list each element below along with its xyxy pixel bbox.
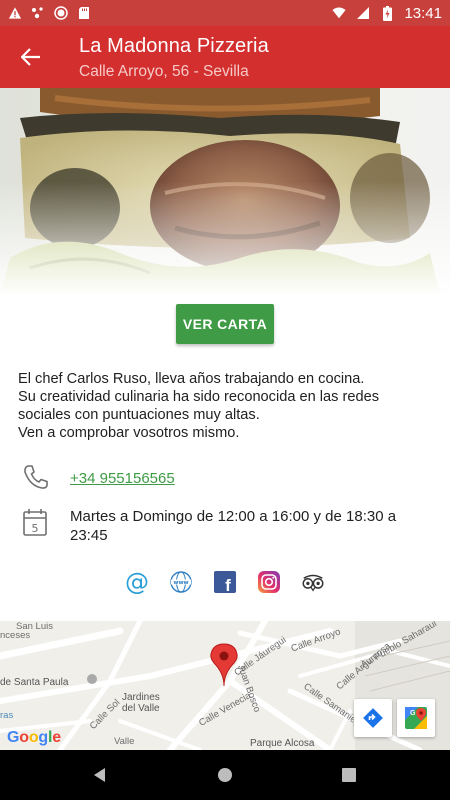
nav-home-icon[interactable]	[212, 762, 238, 788]
svg-text:G: G	[410, 710, 416, 717]
social-links: @ www f	[0, 568, 450, 598]
directions-icon	[363, 708, 383, 728]
google-logo-letter: o	[28, 729, 39, 746]
opening-hours-line: 23:45	[70, 527, 108, 544]
status-time: 13:41	[404, 4, 442, 22]
calendar-icon: 5	[22, 508, 50, 536]
system-nav-bar	[0, 750, 450, 800]
description-line: El chef Carlos Ruso, lleva años trabajan…	[18, 371, 365, 387]
nav-recents-icon[interactable]	[336, 762, 362, 788]
signal-icon	[356, 6, 370, 20]
sd-card-icon	[77, 6, 91, 20]
instagram-icon[interactable]	[256, 568, 282, 596]
map-label: de Santa Paula	[0, 677, 69, 688]
google-logo-letter: o	[19, 729, 29, 746]
location-map[interactable]: San Luis nceses de Santa Paula ras Jardi…	[0, 621, 450, 750]
google-maps-icon: G	[405, 707, 427, 729]
map-label: Valle	[114, 736, 135, 747]
svg-text:5: 5	[32, 522, 39, 535]
map-label: Jardines	[122, 692, 160, 703]
view-menu-button[interactable]: VER CARTA	[176, 304, 274, 344]
battery-charging-icon	[380, 5, 394, 21]
page-subtitle: Calle Arroyo, 56 - Sevilla	[79, 63, 249, 80]
map-pin-icon[interactable]	[210, 643, 238, 687]
facebook-icon[interactable]: f	[212, 568, 238, 596]
back-button[interactable]	[12, 38, 50, 76]
description-line: sociales con puntuaciones muy altas.	[18, 407, 260, 423]
map-label: nceses	[0, 630, 31, 641]
description-line: Ven a comprobar vosotros mismo.	[18, 425, 240, 441]
svg-text:www: www	[173, 580, 188, 586]
directions-button[interactable]	[354, 699, 392, 737]
google-logo-letter: G	[7, 729, 20, 746]
map-label: Parque Alcosa	[250, 738, 315, 749]
restaurant-description: El chef Carlos Ruso, lleva años trabajan…	[18, 370, 433, 442]
email-icon[interactable]: @	[124, 568, 150, 596]
tripadvisor-icon[interactable]	[300, 568, 326, 596]
description-line: Su creatividad culinaria ha sido reconoc…	[18, 389, 380, 405]
open-in-maps-button[interactable]: G	[397, 699, 435, 737]
page-title: La Madonna Pizzeria	[79, 35, 269, 57]
google-logo-letter: g	[38, 729, 48, 746]
arrow-back-icon	[21, 48, 40, 66]
app-bar: La Madonna Pizzeria Calle Arroyo, 56 - S…	[0, 26, 450, 88]
opening-hours: Martes a Domingo de 12:00 a 16:00 y de 1…	[70, 507, 430, 545]
warning-icon	[8, 6, 22, 20]
phone-link[interactable]: +34 955156565	[70, 469, 175, 488]
svg-text:@: @	[125, 569, 149, 595]
google-logo-letter: e	[52, 729, 61, 746]
svg-text:f: f	[225, 576, 231, 593]
opening-hours-line: Martes a Domingo de 12:00 a 16:00 y de 1…	[70, 508, 397, 525]
map-label: ras	[0, 710, 14, 721]
nav-back-icon[interactable]	[87, 762, 113, 788]
record-icon	[54, 6, 68, 20]
phone-icon	[22, 463, 50, 491]
notification-dots-icon	[31, 6, 45, 20]
map-label: del Valle	[122, 703, 160, 714]
website-icon[interactable]: www	[168, 568, 194, 596]
hours-row: 5 Martes a Domingo de 12:00 a 16:00 y de…	[0, 505, 450, 545]
status-bar: 13:41	[0, 0, 450, 26]
wifi-icon	[332, 6, 347, 20]
google-logo: Google	[7, 729, 61, 747]
hero-image	[0, 88, 450, 296]
phone-row: +34 955156565	[0, 463, 450, 493]
